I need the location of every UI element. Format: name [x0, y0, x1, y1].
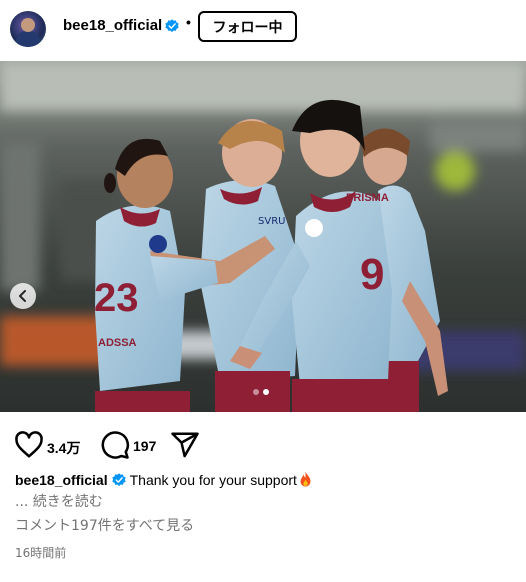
caption-username[interactable]: bee18_official — [15, 472, 108, 488]
post-timestamp[interactable]: 16時間前 — [15, 544, 66, 561]
jersey-number-left: 23 — [94, 276, 139, 320]
heart-icon[interactable] — [14, 430, 44, 460]
caption: bee18_official Thank you for your suppor… — [15, 471, 313, 488]
carousel-dot — [253, 389, 259, 395]
jersey-sponsor: PRISMA — [346, 192, 389, 204]
photo-scene: SVRU 23 ADSSA PRISMA 9 — [0, 61, 526, 412]
username-link[interactable]: bee18_official — [63, 17, 162, 34]
comment-bubble-icon[interactable] — [100, 430, 130, 460]
jersey-text-middle: SVRU — [258, 216, 285, 227]
caption-text: Thank you for your support — [129, 472, 297, 488]
fire-emoji — [300, 471, 311, 487]
post-actions: 3.4万 197 — [0, 430, 526, 462]
post-photo[interactable]: SVRU 23 ADSSA PRISMA 9 — [0, 61, 526, 412]
carousel-indicator — [253, 389, 269, 395]
verified-badge-icon — [111, 473, 126, 486]
header-separator: • — [186, 14, 191, 30]
view-all-comments-link[interactable]: コメント197件をすべて見る — [15, 515, 194, 535]
comments-count[interactable]: 197 — [133, 438, 156, 454]
user-avatar[interactable] — [10, 11, 46, 47]
verified-badge-icon — [165, 19, 179, 32]
jersey-brand: ADSSA — [98, 337, 137, 349]
carousel-prev-button[interactable] — [10, 283, 36, 309]
carousel-dot-active — [263, 389, 269, 395]
read-more-link[interactable]: ... 続きを読む — [15, 491, 103, 511]
paper-plane-icon[interactable] — [170, 430, 200, 460]
likes-count[interactable]: 3.4万 — [47, 438, 80, 458]
post-header: bee18_official • フォロー中 — [0, 0, 526, 60]
chevron-left-icon — [19, 290, 26, 302]
following-button[interactable]: フォロー中 — [198, 11, 297, 42]
jersey-number-right: 9 — [360, 250, 384, 299]
